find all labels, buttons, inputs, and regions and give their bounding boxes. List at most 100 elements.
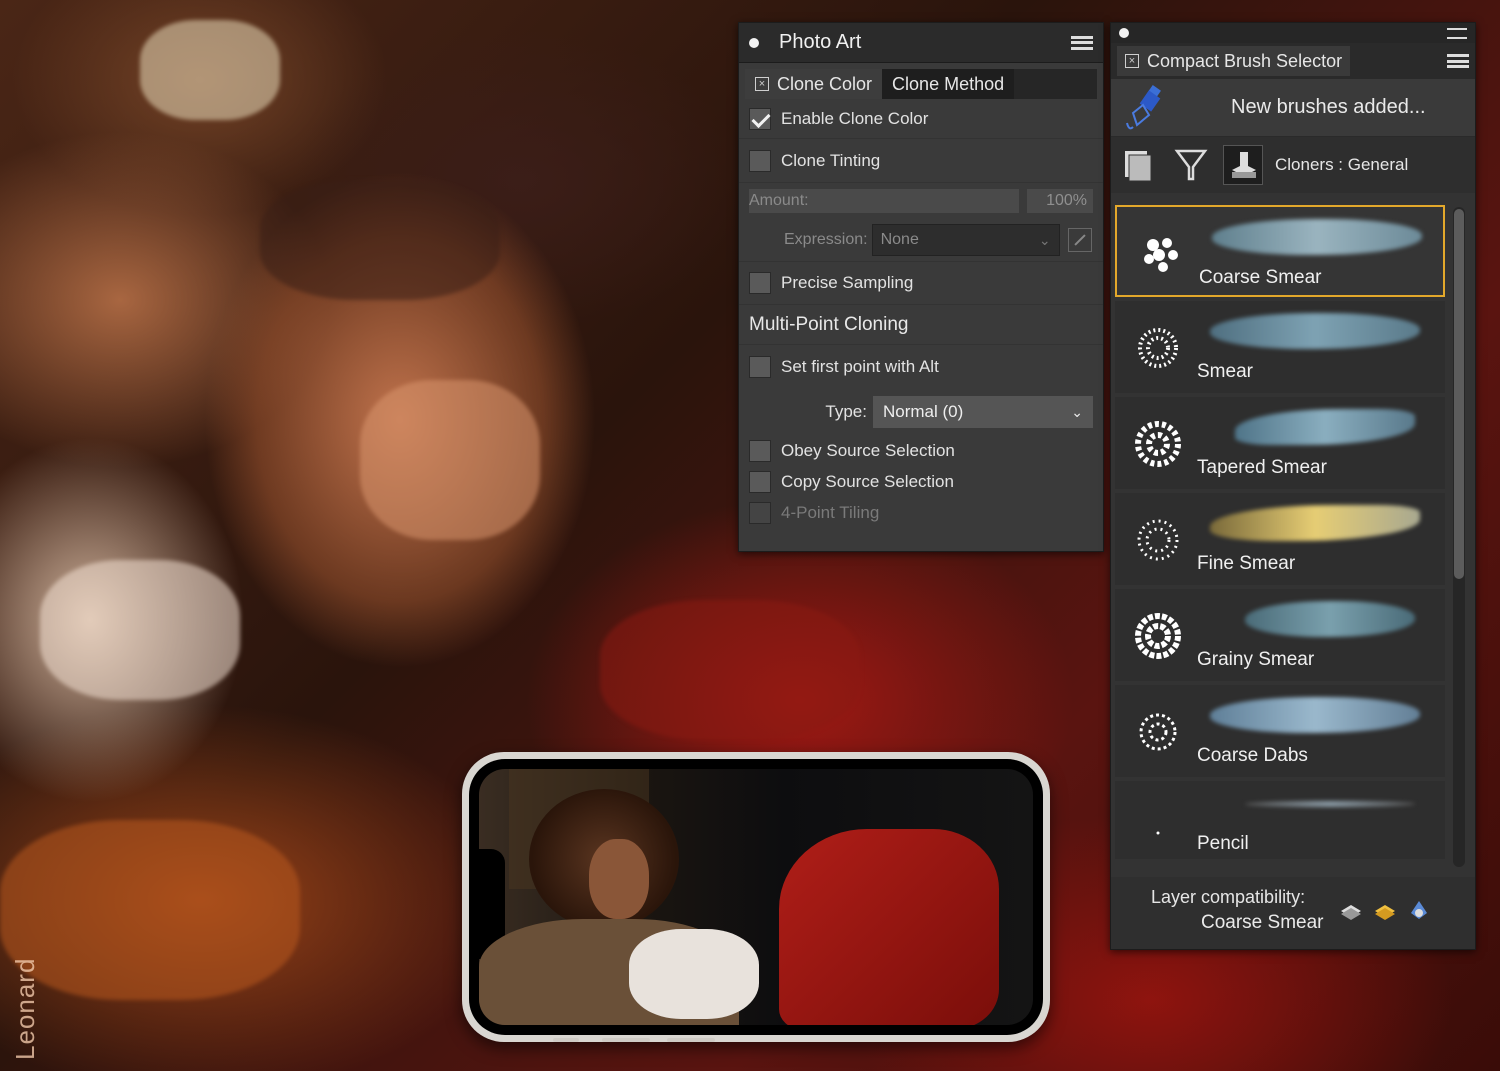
brush-dab-icon: [1139, 713, 1177, 751]
expression-select[interactable]: None ⌄: [871, 224, 1060, 256]
amount-value[interactable]: 100%: [1027, 189, 1093, 213]
four-point-tiling-label: 4-Point Tiling: [781, 502, 880, 522]
obey-source-checkbox[interactable]: [749, 439, 771, 462]
brush-dab-icon: [1137, 519, 1179, 561]
amount-label: Amount:: [749, 192, 809, 209]
photo-art-panel: Photo Art × Clone Color Clone Method Ena…: [738, 22, 1104, 552]
four-point-tiling-row: 4-Point Tiling: [739, 497, 1103, 528]
brush-name: Grainy Smear: [1197, 649, 1315, 670]
paint-stroke: [140, 20, 280, 120]
precise-sampling-row[interactable]: Precise Sampling: [739, 261, 1103, 305]
brush-dab-icon: [1156, 831, 1160, 835]
paint-stroke: [260, 180, 500, 300]
clone-tinting-label: Clone Tinting: [781, 150, 881, 170]
brush-selector-panel: × Compact Brush Selector New brushes add…: [1110, 22, 1476, 950]
clone-tinting-row[interactable]: Clone Tinting: [739, 139, 1103, 183]
tab-compact-brush-selector[interactable]: × Compact Brush Selector: [1117, 46, 1351, 76]
brush-item-coarse-smear[interactable]: Coarse Smear: [1115, 205, 1445, 297]
copy-source-checkbox[interactable]: [749, 470, 771, 493]
four-point-tiling-checkbox: [749, 501, 771, 524]
precise-sampling-checkbox[interactable]: [749, 272, 771, 294]
brush-dab-icon: [1135, 613, 1181, 659]
scroll-thumb[interactable]: [1454, 209, 1464, 579]
brush-name: Coarse Dabs: [1197, 745, 1308, 766]
amount-row: Amount: 100%: [739, 183, 1103, 219]
photo-art-tabs: × Clone Color Clone Method: [745, 69, 1097, 99]
brush-library-icon[interactable]: [1119, 145, 1159, 185]
brush-toolbar: Cloners : General: [1111, 137, 1475, 193]
brush-stroke-preview: [1210, 697, 1420, 733]
enable-clone-color-label: Enable Clone Color: [781, 108, 929, 128]
brush-list-scrollbar[interactable]: [1453, 207, 1465, 867]
brush-item-fine-smear[interactable]: Fine Smear: [1115, 493, 1445, 585]
precise-sampling-label: Precise Sampling: [781, 273, 914, 292]
brush-name: Pencil: [1197, 833, 1249, 854]
brush-item-grainy-smear[interactable]: Grainy Smear: [1115, 589, 1445, 681]
close-icon[interactable]: ×: [1125, 54, 1139, 68]
brush-list: Coarse Smear Smear Tapered Smear Fine Sm…: [1115, 205, 1445, 863]
tab-clone-method[interactable]: Clone Method: [882, 69, 1015, 99]
filter-icon[interactable]: [1171, 145, 1211, 185]
brush-item-tapered-smear[interactable]: Tapered Smear: [1115, 397, 1445, 489]
paint-brush-icon: [1121, 83, 1181, 133]
set-first-point-label: Set first point with Alt: [781, 357, 939, 376]
panel-menu-icon[interactable]: [1447, 27, 1467, 39]
brush-item-smear[interactable]: Smear: [1115, 301, 1445, 393]
expression-value: None: [880, 231, 919, 248]
brush-stroke-preview: [1245, 601, 1415, 637]
brush-stroke-preview: [1245, 801, 1415, 807]
panel-dot-icon: [1119, 28, 1129, 38]
close-icon[interactable]: ×: [755, 77, 769, 91]
reference-photo: [479, 769, 1033, 1025]
expression-editor-icon[interactable]: [1067, 228, 1092, 252]
brush-name: Fine Smear: [1197, 553, 1296, 574]
enable-clone-color-checkbox[interactable]: [749, 107, 771, 130]
obey-source-row[interactable]: Obey Source Selection: [739, 435, 1103, 466]
panel-title: Photo Art: [779, 31, 862, 53]
set-first-point-checkbox[interactable]: [749, 356, 771, 378]
brush-stroke-preview: [1210, 505, 1420, 541]
photo-art-header[interactable]: Photo Art: [739, 23, 1103, 63]
amount-slider[interactable]: Amount:: [749, 189, 1019, 213]
tab-label: Clone Method: [892, 73, 1005, 94]
multi-point-cloning-title: Multi-Point Cloning: [739, 305, 1103, 345]
watercolor-layer-icon: [1375, 905, 1395, 920]
brush-dab-icon: [1135, 421, 1181, 467]
brush-panel-topbar[interactable]: [1111, 23, 1475, 43]
type-select[interactable]: Normal (0) ⌄: [873, 396, 1093, 428]
expression-label: Expression:: [784, 231, 868, 248]
photo-red-skirt: [779, 829, 999, 1025]
compat-icons: [1339, 899, 1431, 921]
set-first-point-row[interactable]: Set first point with Alt: [739, 345, 1103, 389]
phone-side-button: [602, 1038, 650, 1042]
brush-item-coarse-dabs[interactable]: Coarse Dabs: [1115, 685, 1445, 777]
new-brushes-notice[interactable]: New brushes added...: [1111, 79, 1475, 137]
brush-stroke-preview: [1212, 219, 1422, 255]
tab-clone-color[interactable]: × Clone Color: [745, 69, 883, 99]
type-label: Type:: [825, 402, 867, 421]
brush-name: Smear: [1197, 361, 1253, 382]
brush-item-pencil[interactable]: Pencil: [1115, 781, 1445, 859]
tab-label: Clone Color: [777, 73, 873, 94]
type-row: Type: Normal (0) ⌄: [739, 389, 1103, 435]
clone-tinting-checkbox[interactable]: [749, 149, 771, 172]
layer-compatibility: Layer compatibility: Coarse Smear: [1111, 877, 1475, 949]
enable-clone-color-row[interactable]: Enable Clone Color: [739, 99, 1103, 139]
brush-stroke-preview: [1235, 409, 1415, 445]
cloner-category-icon[interactable]: [1223, 145, 1263, 185]
brush-tabbar: × Compact Brush Selector: [1111, 43, 1475, 79]
brush-stroke-preview: [1210, 313, 1420, 349]
panel-menu-icon[interactable]: [1071, 35, 1093, 50]
raster-layer-icon: [1341, 905, 1361, 920]
artist-signature: Leonard: [10, 957, 40, 1060]
photo-blouse: [629, 929, 759, 1019]
paint-stroke: [600, 600, 860, 740]
copy-source-label: Copy Source Selection: [781, 471, 954, 491]
obey-source-label: Obey Source Selection: [781, 440, 955, 460]
copy-source-row[interactable]: Copy Source Selection: [739, 466, 1103, 497]
chevron-down-icon: ⌄: [1038, 231, 1051, 248]
brush-category-label[interactable]: Cloners : General: [1275, 155, 1408, 175]
brush-name: Tapered Smear: [1197, 457, 1327, 478]
brush-menu-icon[interactable]: [1447, 54, 1469, 68]
paint-stroke: [40, 560, 240, 700]
